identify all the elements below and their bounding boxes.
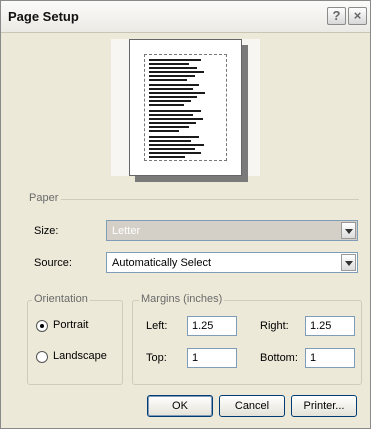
preview-text-line <box>149 63 189 65</box>
top-margin-input[interactable]: 1 <box>187 348 237 368</box>
paper-group-divider <box>61 199 359 200</box>
left-margin-value: 1.25 <box>192 320 214 332</box>
preview-paper <box>129 39 242 176</box>
portrait-radio[interactable] <box>36 320 48 332</box>
top-margin-label: Top: <box>146 352 167 364</box>
preview-text-line <box>149 92 205 94</box>
preview-text-line <box>149 114 193 116</box>
printer-button-label: Printer... <box>303 400 345 412</box>
help-icon: ? <box>332 8 341 23</box>
preview-margin-box <box>144 54 227 161</box>
size-value: Letter <box>112 225 141 237</box>
size-label: Size: <box>34 225 59 237</box>
right-margin-value: 1.25 <box>310 320 332 332</box>
printer-button[interactable]: Printer... <box>291 395 357 417</box>
close-button[interactable]: × <box>348 7 367 25</box>
ok-button-label: OK <box>172 400 188 412</box>
bottom-margin-label: Bottom: <box>260 352 298 364</box>
chevron-down-icon[interactable] <box>341 254 356 271</box>
preview-text-line <box>149 71 204 73</box>
chevron-down-icon[interactable] <box>341 222 356 239</box>
orientation-group-label: Orientation <box>32 293 90 305</box>
landscape-radio[interactable] <box>36 351 48 363</box>
bottom-margin-input[interactable]: 1 <box>305 348 355 368</box>
preview-text-line <box>149 118 203 120</box>
preview-text-line <box>149 130 179 132</box>
preview-text-line <box>149 84 199 86</box>
preview-text-line <box>149 136 199 138</box>
margins-group <box>132 300 362 385</box>
right-margin-input[interactable]: 1.25 <box>305 316 355 336</box>
preview-text-line <box>149 67 197 69</box>
preview-text-line <box>149 122 196 124</box>
preview-text-line <box>149 110 201 112</box>
cancel-button[interactable]: Cancel <box>219 395 285 417</box>
orientation-group <box>27 300 123 385</box>
right-margin-label: Right: <box>260 320 289 332</box>
left-margin-input[interactable]: 1.25 <box>187 316 237 336</box>
size-select[interactable]: Letter <box>106 220 358 241</box>
close-icon: × <box>353 8 362 23</box>
source-label: Source: <box>34 257 72 269</box>
ok-button[interactable]: OK <box>147 395 213 417</box>
preview-text-line <box>149 144 204 146</box>
portrait-label[interactable]: Portrait <box>53 319 88 331</box>
page-preview <box>111 39 260 182</box>
source-value: Automatically Select <box>112 257 212 269</box>
preview-text-line <box>149 104 184 106</box>
title-bar: Page Setup ? × <box>1 1 370 33</box>
landscape-label[interactable]: Landscape <box>53 350 107 362</box>
top-margin-value: 1 <box>192 352 199 364</box>
preview-text-line <box>149 140 191 142</box>
preview-text-line <box>149 59 201 61</box>
preview-text-line <box>149 152 201 154</box>
bottom-margin-value: 1 <box>310 352 317 364</box>
cancel-button-label: Cancel <box>234 400 270 412</box>
preview-text-line <box>149 126 189 128</box>
preview-text-line <box>149 75 195 77</box>
paper-group-label: Paper <box>27 192 61 204</box>
preview-text-line <box>149 88 193 90</box>
margins-group-label: Margins (inches) <box>139 293 225 305</box>
help-button[interactable]: ? <box>327 7 346 25</box>
page-setup-dialog: Page Setup ? × Paper Size: Letter Source… <box>0 0 371 429</box>
preview-text-line <box>149 79 187 81</box>
source-select[interactable]: Automatically Select <box>106 252 358 273</box>
preview-text-line <box>149 148 195 150</box>
preview-text-line <box>149 100 191 102</box>
dialog-title: Page Setup <box>8 9 79 24</box>
preview-text-line <box>149 96 197 98</box>
left-margin-label: Left: <box>146 320 168 332</box>
preview-text-line <box>149 156 185 158</box>
